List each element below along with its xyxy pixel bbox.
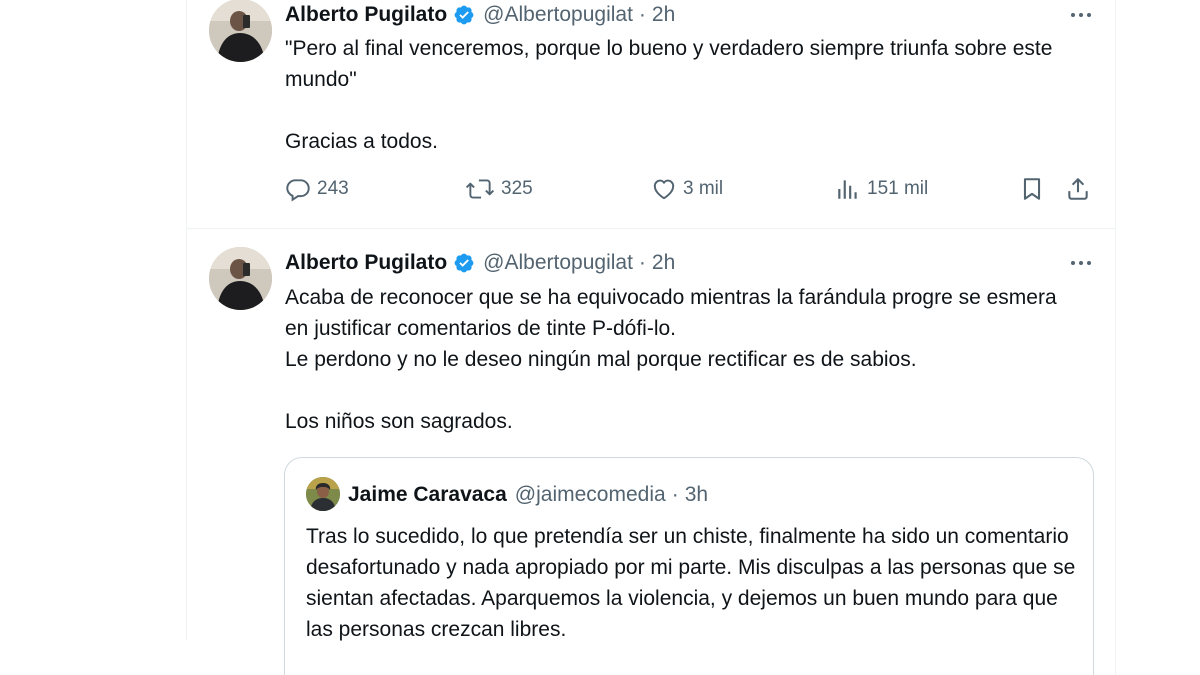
author-name[interactable]: Alberto Pugilato: [285, 3, 447, 27]
more-icon[interactable]: [1071, 261, 1091, 265]
author-handle[interactable]: @Albertopugilat: [483, 251, 633, 275]
timestamp[interactable]: 2h: [652, 251, 675, 275]
tweet-actions: 243 325 3 mil 151 mil: [285, 176, 1093, 208]
author-name[interactable]: Alberto Pugilato: [285, 251, 447, 275]
like-button[interactable]: 3 mil: [651, 176, 723, 202]
tweet[interactable]: Alberto Pugilato @Albertopugilat · 2h "P…: [187, 0, 1115, 228]
share-button[interactable]: [1065, 176, 1091, 202]
verified-badge-icon: [453, 4, 475, 26]
view-count: 151 mil: [867, 178, 929, 199]
quoted-header: Jaime Caravaca @jaimecomedia · 3h: [348, 483, 708, 507]
separator-dot: ·: [671, 483, 679, 506]
author-handle[interactable]: @Albertopugilat: [483, 3, 633, 27]
tweet[interactable]: Alberto Pugilato @Albertopugilat · 2h Ac…: [187, 229, 1115, 675]
quoted-author-name[interactable]: Jaime Caravaca: [348, 483, 507, 507]
retweet-button[interactable]: 325: [465, 176, 533, 202]
tweet-line: Le perdono y no le deseo ningún mal porq…: [285, 348, 917, 371]
timestamp[interactable]: 2h: [652, 3, 675, 27]
views-icon: [835, 176, 861, 202]
tweet-line: Los niños son sagrados.: [285, 410, 513, 433]
tweet-paragraph: Gracias a todos.: [285, 130, 438, 153]
views-button[interactable]: 151 mil: [835, 176, 928, 202]
quoted-text: Tras lo sucedido, lo que pretendía ser u…: [306, 525, 1076, 641]
quoted-author-handle[interactable]: @jaimecomedia: [515, 483, 666, 507]
retweet-count: 325: [501, 178, 533, 199]
tweet-header: Alberto Pugilato @Albertopugilat · 2h: [285, 251, 675, 275]
tweet-text: Acaba de reconocer que se ha equivocado …: [285, 282, 1085, 437]
like-count: 3 mil: [683, 178, 724, 199]
retweet-icon: [465, 176, 495, 202]
avatar[interactable]: [209, 247, 272, 310]
reply-count: 243: [317, 178, 349, 199]
quoted-timestamp[interactable]: 3h: [685, 483, 708, 507]
timeline-right-border: [1115, 0, 1116, 675]
reply-icon: [285, 176, 311, 202]
more-icon[interactable]: [1071, 13, 1091, 17]
heart-icon: [651, 176, 677, 202]
reply-button[interactable]: 243: [285, 176, 349, 202]
quoted-avatar[interactable]: [306, 477, 340, 511]
separator-dot: ·: [638, 3, 646, 26]
quoted-tweet[interactable]: Jaime Caravaca @jaimecomedia · 3h Tras l…: [284, 457, 1094, 675]
bookmark-icon: [1019, 176, 1045, 202]
tweet-paragraph: "Pero al final venceremos, porque lo bue…: [285, 37, 1053, 91]
tweet-text: "Pero al final venceremos, porque lo bue…: [285, 33, 1085, 157]
bookmark-button[interactable]: [1019, 176, 1045, 202]
tweet-line: Acaba de reconocer que se ha equivocado …: [285, 286, 1057, 340]
separator-dot: ·: [638, 251, 646, 274]
avatar[interactable]: [209, 0, 272, 62]
tweet-header: Alberto Pugilato @Albertopugilat · 2h: [285, 3, 675, 27]
share-icon: [1065, 176, 1091, 202]
verified-badge-icon: [453, 252, 475, 274]
